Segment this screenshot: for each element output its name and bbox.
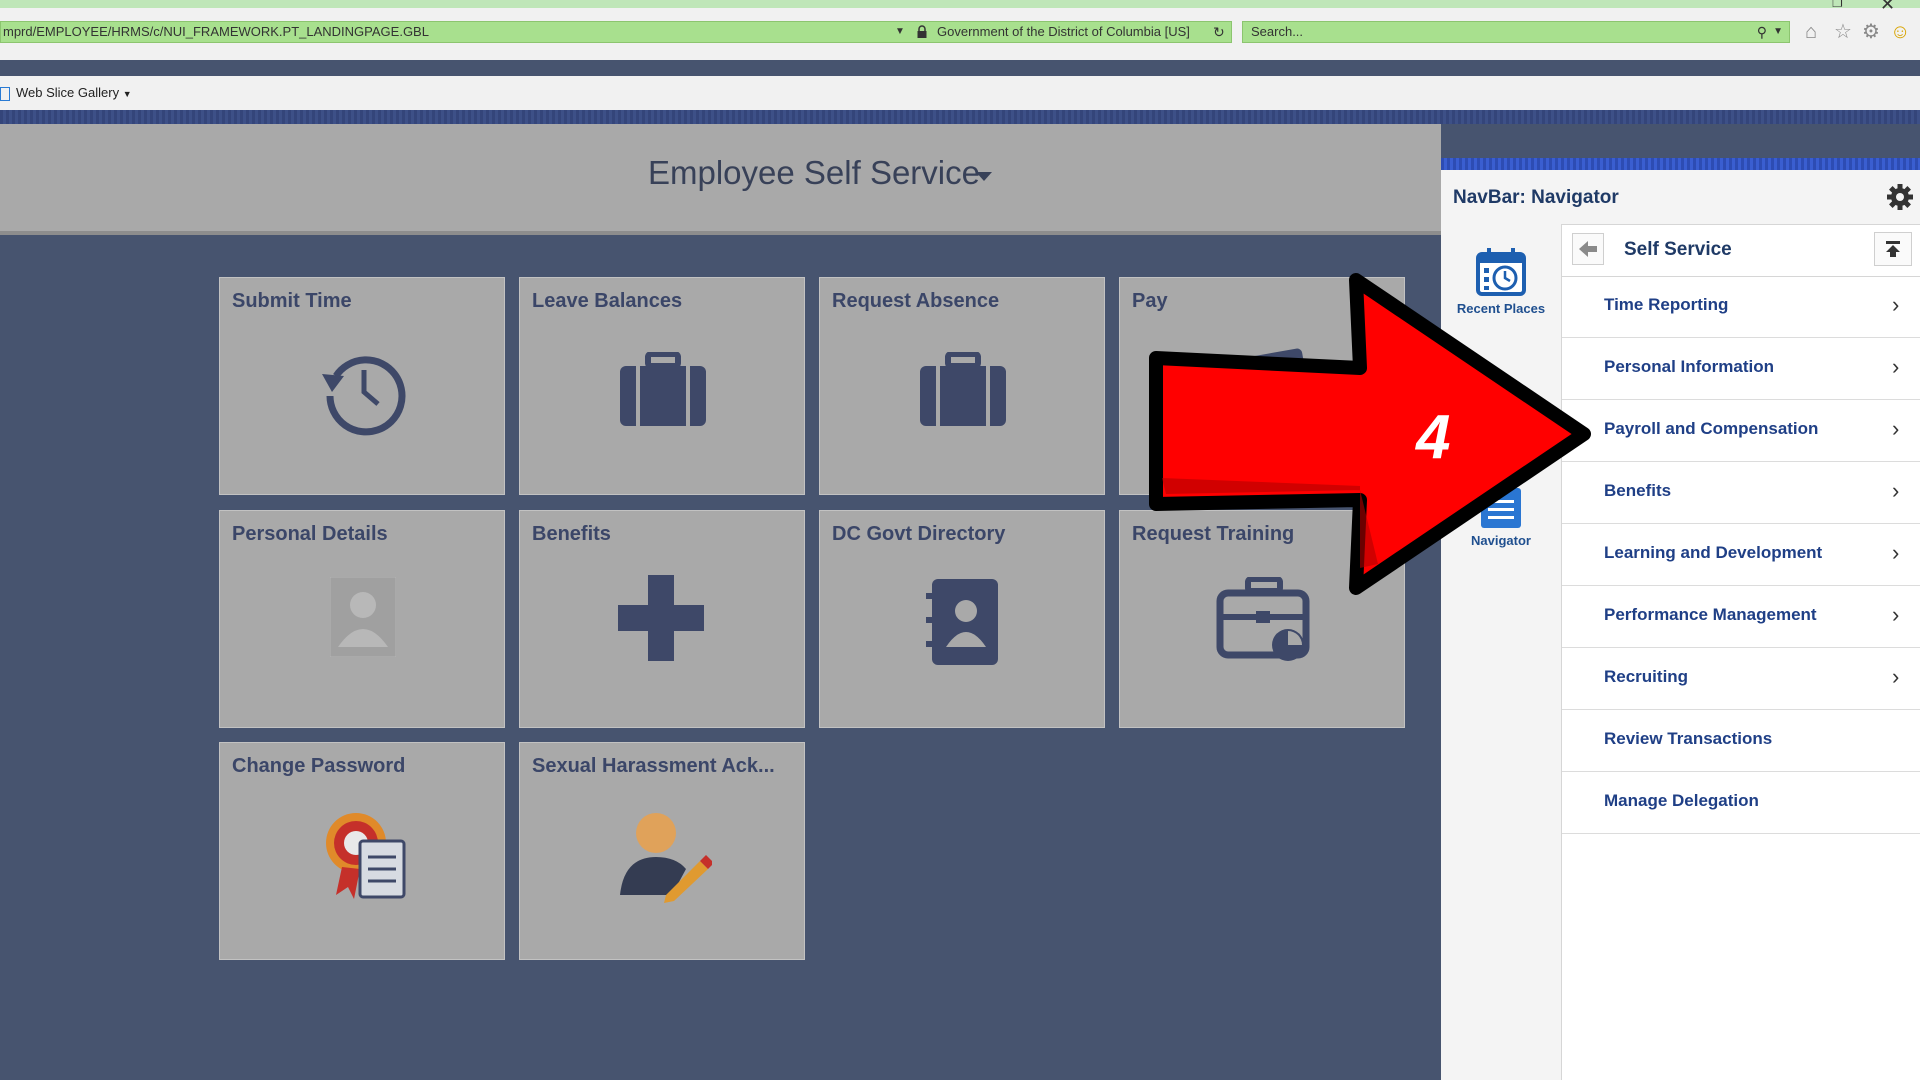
step-callout-arrow: 4	[1149, 273, 1591, 595]
back-button[interactable]	[1572, 233, 1604, 265]
web-slice-icon	[0, 86, 10, 101]
menu-item-review-transactions[interactable]: Review Transactions	[1562, 710, 1920, 772]
navbar-title: NavBar: Navigator	[1453, 187, 1619, 208]
tile-personal-details[interactable]: Personal Details	[219, 510, 505, 728]
tile-leave-balances[interactable]: Leave Balances	[519, 277, 805, 495]
refresh-icon[interactable]: ↻	[1213, 22, 1225, 42]
pin-to-top-button[interactable]	[1874, 232, 1912, 266]
chevron-right-icon: ›	[1892, 416, 1900, 441]
tile-sexual-harassment-ack[interactable]: Sexual Harassment Ack...	[519, 742, 805, 960]
tile-title: Leave Balances	[532, 290, 683, 312]
menu-item-label: Payroll and Compensation	[1604, 419, 1819, 438]
chevron-down-icon: ▼	[122, 89, 132, 99]
menu-item-personal-information[interactable]: Personal Information ›	[1562, 338, 1920, 400]
menu-item-label: Review Transactions	[1604, 729, 1773, 748]
feedback-smiley-icon[interactable]: ☺	[1890, 20, 1910, 44]
menu-item-label: Personal Information	[1604, 357, 1775, 376]
back-arrow-icon	[1579, 241, 1597, 257]
tile-submit-time[interactable]: Submit Time	[219, 277, 505, 495]
tile-title: Request Absence	[832, 290, 1000, 312]
tile-request-absence[interactable]: Request Absence	[819, 277, 1105, 495]
menu-item-manage-delegation[interactable]: Manage Delegation	[1562, 772, 1920, 834]
settings-gear-icon[interactable]: ⚙	[1862, 20, 1880, 44]
tile-change-password[interactable]: Change Password	[219, 742, 505, 960]
window-close-icon[interactable]: ✕	[1880, 0, 1895, 15]
browser-address-row: mprd/EMPLOYEE/HRMS/c/NUI_FRAMEWORK.PT_LA…	[0, 8, 1920, 60]
history-clock-icon	[322, 356, 406, 436]
chevron-right-icon: ›	[1892, 292, 1900, 317]
briefcase-icon	[920, 352, 1006, 426]
pin-to-top-icon	[1886, 241, 1900, 257]
browser-search-field[interactable]: Search... ⚲ ▼	[1242, 21, 1790, 43]
title-dropdown-icon[interactable]	[976, 172, 992, 181]
tile-title: Submit Time	[232, 290, 352, 312]
user-sign-icon	[620, 813, 712, 903]
tile-benefits[interactable]: Benefits	[519, 510, 805, 728]
tile-title: DC Govt Directory	[832, 523, 1006, 545]
page-top-banner	[0, 110, 1920, 124]
chevron-right-icon: ›	[1892, 664, 1900, 689]
navbar-section-header: Self Service	[1562, 224, 1920, 277]
favorite-label: Web Slice Gallery	[16, 85, 120, 100]
plus-cross-icon	[618, 575, 704, 661]
address-bar[interactable]: mprd/EMPLOYEE/HRMS/c/NUI_FRAMEWORK.PT_LA…	[0, 21, 1232, 43]
menu-item-performance-management[interactable]: Performance Management ›	[1562, 586, 1920, 648]
tile-title: Change Password	[232, 755, 406, 777]
lock-icon	[917, 25, 927, 38]
briefcase-icon	[620, 352, 706, 426]
address-book-icon	[926, 579, 998, 665]
chevron-right-icon: ›	[1892, 478, 1900, 503]
favorite-web-slice-gallery[interactable]: Web Slice Gallery ▼	[0, 85, 132, 101]
address-dropdown-icon[interactable]: ▼	[895, 22, 905, 42]
favorites-bar: Web Slice Gallery ▼	[0, 76, 1920, 110]
menu-item-label: Recruiting	[1604, 667, 1689, 686]
tile-title: Sexual Harassment Ack...	[532, 755, 775, 777]
tile-title: Benefits	[532, 523, 611, 545]
chevron-right-icon: ›	[1892, 602, 1900, 627]
search-icon[interactable]: ⚲	[1757, 22, 1767, 42]
home-icon[interactable]: ⌂	[1805, 20, 1817, 44]
section-title: Self Service	[1624, 239, 1732, 260]
menu-item-label: Learning and Development	[1604, 543, 1823, 562]
tile-dc-govt-directory[interactable]: DC Govt Directory	[819, 510, 1105, 728]
step-number-label: 4	[1414, 403, 1450, 472]
site-identity[interactable]: Government of the District of Columbia […	[937, 22, 1190, 42]
certificate-badge-icon	[326, 813, 406, 899]
menu-item-benefits[interactable]: Benefits ›	[1562, 462, 1920, 524]
chevron-right-icon: ›	[1892, 540, 1900, 565]
menu-item-label: Time Reporting	[1604, 295, 1729, 314]
menu-item-label: Manage Delegation	[1604, 791, 1759, 810]
menu-item-label: Performance Management	[1604, 605, 1817, 624]
menu-item-recruiting[interactable]: Recruiting ›	[1562, 648, 1920, 710]
menu-item-payroll-and-compensation[interactable]: Payroll and Compensation ›	[1562, 400, 1920, 462]
page-title[interactable]: Employee Self Service	[648, 154, 980, 192]
tile-title: Personal Details	[232, 523, 388, 545]
favorites-star-icon[interactable]: ☆	[1834, 20, 1852, 44]
search-dropdown-icon[interactable]: ▼	[1773, 22, 1783, 42]
search-placeholder: Search...	[1251, 24, 1304, 39]
menu-item-time-reporting[interactable]: Time Reporting ›	[1562, 276, 1920, 338]
gear-icon[interactable]	[1886, 183, 1914, 211]
menu-item-learning-and-development[interactable]: Learning and Development ›	[1562, 524, 1920, 586]
menu-item-label: Benefits	[1604, 481, 1672, 500]
navbar-header: NavBar: Navigator	[1441, 170, 1920, 225]
chevron-right-icon: ›	[1892, 354, 1900, 379]
url-text[interactable]: mprd/EMPLOYEE/HRMS/c/NUI_FRAMEWORK.PT_LA…	[3, 22, 429, 42]
navbar-menu-area: Self Service Time Reporting › Personal I…	[1562, 224, 1920, 1080]
person-placeholder-icon	[330, 577, 396, 657]
browser-top-strip	[0, 0, 1920, 8]
navbar-top-stripe	[1441, 158, 1920, 170]
page-header: Employee Self Service	[0, 124, 1441, 235]
window-restore-icon[interactable]: ❐	[1832, 0, 1843, 10]
